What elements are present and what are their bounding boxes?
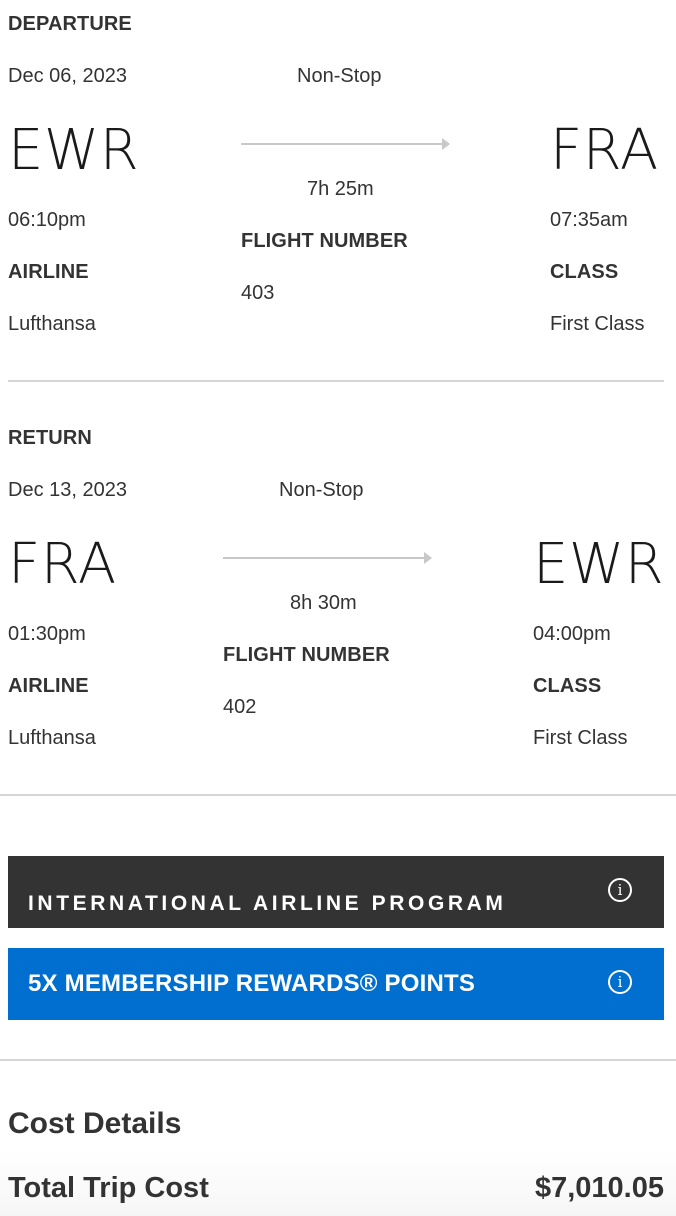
cost-details-title: Cost Details (8, 1107, 182, 1140)
return-duration: 8h 30m (290, 592, 357, 614)
membership-rewards-banner[interactable]: 5X MEMBERSHIP REWARDS® POINTS i (8, 948, 664, 1020)
return-flight-number-label: FLIGHT NUMBER (223, 644, 390, 666)
return-class-label: CLASS (533, 675, 602, 697)
info-icon[interactable]: i (608, 878, 632, 902)
return-section: RETURN Dec 13, 2023 Non-Stop FRA EWR 8h … (0, 0, 676, 796)
return-class: First Class (533, 727, 628, 749)
return-depart-time: 01:30pm (8, 623, 86, 645)
return-flight-number: 402 (223, 696, 257, 718)
return-airline: Lufthansa (8, 727, 96, 749)
return-heading: RETURN (8, 427, 92, 449)
return-airline-label: AIRLINE (8, 675, 89, 697)
return-arrow-icon (223, 552, 432, 564)
rewards-banner-title: 5X MEMBERSHIP REWARDS® POINTS (28, 970, 476, 997)
return-stops: Non-Stop (279, 479, 364, 501)
divider (0, 794, 676, 796)
return-dest-code: EWR (533, 532, 665, 597)
program-banner-title: INTERNATIONAL AIRLINE PROGRAM (28, 892, 507, 915)
return-arrive-time: 04:00pm (533, 623, 611, 645)
international-airline-program-banner[interactable]: INTERNATIONAL AIRLINE PROGRAM i (8, 856, 664, 928)
total-trip-cost-label: Total Trip Cost (8, 1172, 209, 1204)
total-trip-cost-value: $7,010.05 (534, 1172, 664, 1204)
return-date: Dec 13, 2023 (8, 479, 127, 501)
info-icon[interactable]: i (608, 970, 632, 994)
divider (0, 1059, 676, 1061)
return-origin-code: FRA (8, 532, 117, 597)
